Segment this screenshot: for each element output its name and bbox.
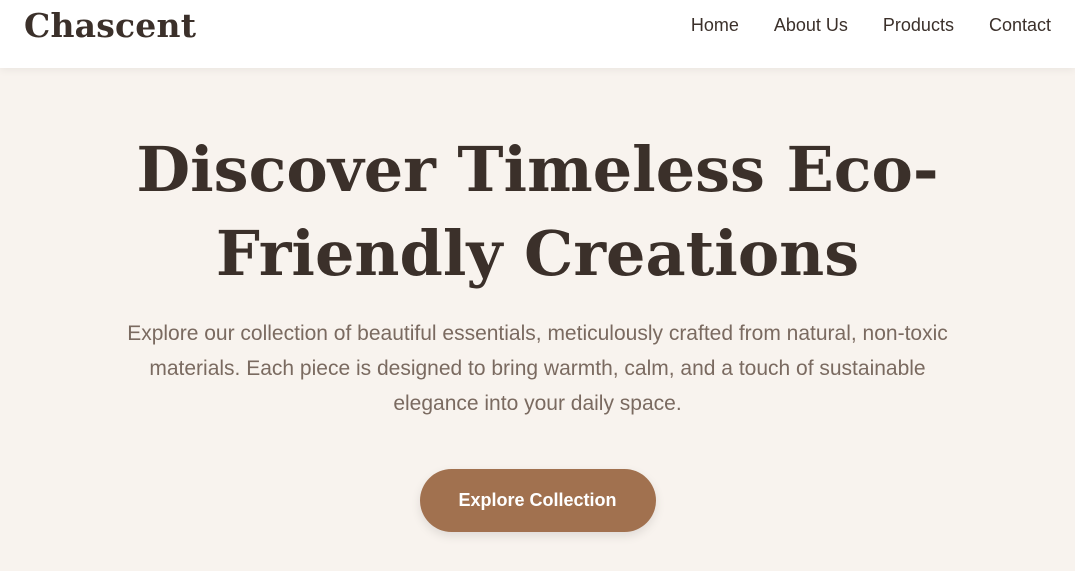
logo[interactable]: Chascent — [24, 6, 196, 45]
explore-collection-button[interactable]: Explore Collection — [419, 469, 656, 532]
nav-products[interactable]: Products — [883, 15, 954, 36]
site-header: Chascent Home About Us Products Contact — [0, 0, 1075, 68]
hero-section: Discover Timeless Eco-Friendly Creations… — [0, 68, 1075, 532]
nav-about-us[interactable]: About Us — [774, 15, 848, 36]
main-nav: Home About Us Products Contact — [691, 15, 1051, 36]
hero-description: Explore our collection of beautiful esse… — [127, 322, 948, 415]
nav-home[interactable]: Home — [691, 15, 739, 36]
nav-contact[interactable]: Contact — [989, 15, 1051, 36]
hero-title: Discover Timeless Eco-Friendly Creations — [136, 133, 939, 290]
